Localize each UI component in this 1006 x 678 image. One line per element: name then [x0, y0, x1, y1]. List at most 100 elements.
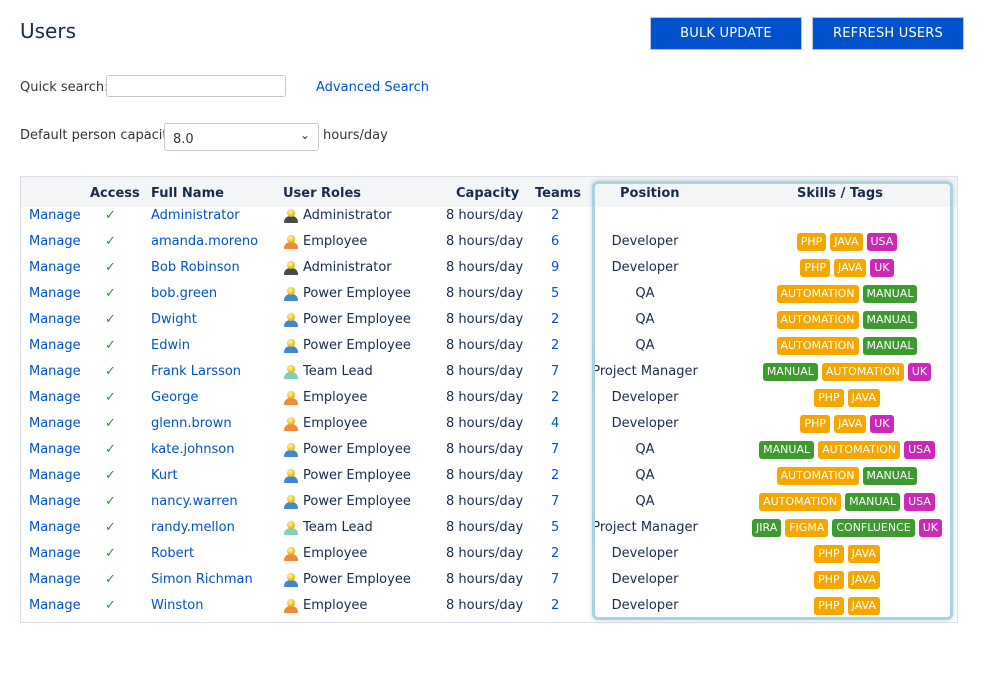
teams-count-link[interactable]: 2 — [551, 546, 559, 561]
user-name-link[interactable]: Frank Larsson — [151, 364, 241, 379]
teams-count-link[interactable]: 6 — [551, 234, 559, 249]
skill-tag[interactable]: FIGMA — [785, 519, 829, 537]
teams-count-link[interactable]: 5 — [551, 286, 559, 301]
skill-tag[interactable]: PHP — [814, 389, 844, 407]
skill-tag[interactable]: MANUAL — [762, 363, 818, 381]
user-name-link[interactable]: Winston — [151, 598, 203, 613]
skill-tag[interactable]: USA — [904, 493, 935, 511]
manage-link[interactable]: Manage — [29, 286, 81, 301]
skill-tag[interactable]: JAVA — [847, 571, 880, 589]
teams-count-link[interactable]: 7 — [551, 494, 559, 509]
skill-tag[interactable]: USA — [866, 233, 898, 251]
skill-tag[interactable]: JAVA — [847, 545, 880, 563]
skill-tag[interactable]: USA — [904, 441, 935, 459]
skill-tag[interactable]: UK — [907, 363, 932, 381]
manage-link[interactable]: Manage — [29, 312, 81, 327]
power-employee-user-icon — [283, 442, 299, 457]
teams-count-link[interactable]: 7 — [551, 572, 559, 587]
skill-tag[interactable]: AUTOMATION — [776, 467, 859, 485]
header-full-name[interactable]: Full Name — [151, 186, 224, 201]
skill-tag[interactable]: PHP — [796, 233, 827, 251]
skill-tag[interactable]: AUTOMATION — [821, 363, 904, 381]
skill-tag[interactable]: JAVA — [847, 597, 880, 615]
teams-count-link[interactable]: 4 — [551, 416, 559, 431]
manage-link[interactable]: Manage — [29, 546, 81, 561]
skill-tag[interactable]: MANUAL — [759, 441, 815, 459]
manage-link[interactable]: Manage — [29, 234, 81, 249]
skill-tag[interactable]: UK — [870, 259, 894, 277]
teams-count-link[interactable]: 9 — [551, 260, 559, 275]
user-name-link[interactable]: Bob Robinson — [151, 260, 240, 275]
user-name-link[interactable]: glenn.brown — [151, 416, 232, 431]
teams-count-link[interactable]: 7 — [551, 364, 559, 379]
skill-tag[interactable]: MANUAL — [862, 467, 918, 485]
skill-tag[interactable]: UK — [918, 519, 942, 537]
manage-link[interactable]: Manage — [29, 442, 81, 457]
user-name-link[interactable]: George — [151, 390, 198, 405]
teams-count-link[interactable]: 2 — [551, 338, 559, 353]
header-teams[interactable]: Teams — [535, 186, 581, 201]
manage-link[interactable]: Manage — [29, 598, 81, 613]
header-user-roles[interactable]: User Roles — [283, 186, 361, 201]
skill-tag[interactable]: AUTOMATION — [818, 441, 901, 459]
skill-tag[interactable]: AUTOMATION — [759, 493, 842, 511]
header-access[interactable]: Access — [90, 186, 140, 201]
manage-link[interactable]: Manage — [29, 494, 81, 509]
teams-count-link[interactable]: 5 — [551, 520, 559, 535]
user-name-link[interactable]: bob.green — [151, 286, 217, 301]
skill-tag[interactable]: PHP — [814, 571, 844, 589]
user-name-link[interactable]: Administrator — [151, 208, 240, 223]
skill-tag[interactable]: PHP — [814, 597, 844, 615]
skill-tag[interactable]: MANUAL — [862, 337, 918, 355]
user-name-link[interactable]: Robert — [151, 546, 194, 561]
skill-tag[interactable]: AUTOMATION — [776, 337, 859, 355]
skill-tag[interactable]: JAVA — [830, 233, 863, 251]
skill-tag[interactable]: UK — [870, 415, 894, 433]
refresh-users-button[interactable]: REFRESH USERS — [812, 17, 964, 50]
skill-tag[interactable]: AUTOMATION — [776, 285, 859, 303]
skill-tag[interactable]: MANUAL — [862, 285, 918, 303]
teams-count-link[interactable]: 2 — [551, 598, 559, 613]
teams-count-link[interactable]: 2 — [551, 468, 559, 483]
manage-link[interactable]: Manage — [29, 208, 81, 223]
user-name-link[interactable]: Edwin — [151, 338, 190, 353]
skill-tag[interactable]: MANUAL — [845, 493, 901, 511]
teams-count-link[interactable]: 2 — [551, 390, 559, 405]
header-position[interactable]: Position — [620, 186, 680, 201]
manage-link[interactable]: Manage — [29, 260, 81, 275]
advanced-search-link[interactable]: Advanced Search — [316, 80, 429, 95]
user-name-link[interactable]: Dwight — [151, 312, 197, 327]
teams-count-link[interactable]: 2 — [551, 208, 559, 223]
skill-tag[interactable]: PHP — [800, 259, 831, 277]
default-capacity-select[interactable]: 8.0 ⌄ — [164, 123, 319, 151]
manage-link[interactable]: Manage — [29, 572, 81, 587]
skill-tag[interactable]: JIRA — [752, 519, 782, 537]
manage-link[interactable]: Manage — [29, 416, 81, 431]
user-name-link[interactable]: kate.johnson — [151, 442, 235, 457]
manage-link[interactable]: Manage — [29, 468, 81, 483]
skill-tag[interactable]: AUTOMATION — [776, 311, 859, 329]
header-capacity[interactable]: Capacity — [456, 186, 519, 201]
header-skills-tags[interactable]: Skills / Tags — [797, 186, 883, 201]
manage-link[interactable]: Manage — [29, 520, 81, 535]
teams-count-link[interactable]: 7 — [551, 442, 559, 457]
skill-tag[interactable]: PHP — [814, 545, 844, 563]
quick-search-input[interactable] — [106, 75, 286, 97]
user-name-link[interactable]: amanda.moreno — [151, 234, 258, 249]
manage-link[interactable]: Manage — [29, 338, 81, 353]
manage-link[interactable]: Manage — [29, 390, 81, 405]
user-role: Power Employee — [283, 494, 411, 509]
user-name-link[interactable]: randy.mellon — [151, 520, 235, 535]
user-name-link[interactable]: Simon Richman — [151, 572, 253, 587]
teams-count-link[interactable]: 2 — [551, 312, 559, 327]
skill-tag[interactable]: JAVA — [834, 415, 867, 433]
manage-link[interactable]: Manage — [29, 364, 81, 379]
user-name-link[interactable]: Kurt — [151, 468, 178, 483]
user-name-link[interactable]: nancy.warren — [151, 494, 238, 509]
bulk-update-button[interactable]: BULK UPDATE — [650, 17, 802, 50]
skill-tag[interactable]: PHP — [800, 415, 831, 433]
skill-tag[interactable]: JAVA — [847, 389, 880, 407]
skill-tag[interactable]: CONFLUENCE — [832, 519, 915, 537]
skill-tag[interactable]: JAVA — [834, 259, 867, 277]
skill-tag[interactable]: MANUAL — [862, 311, 918, 329]
